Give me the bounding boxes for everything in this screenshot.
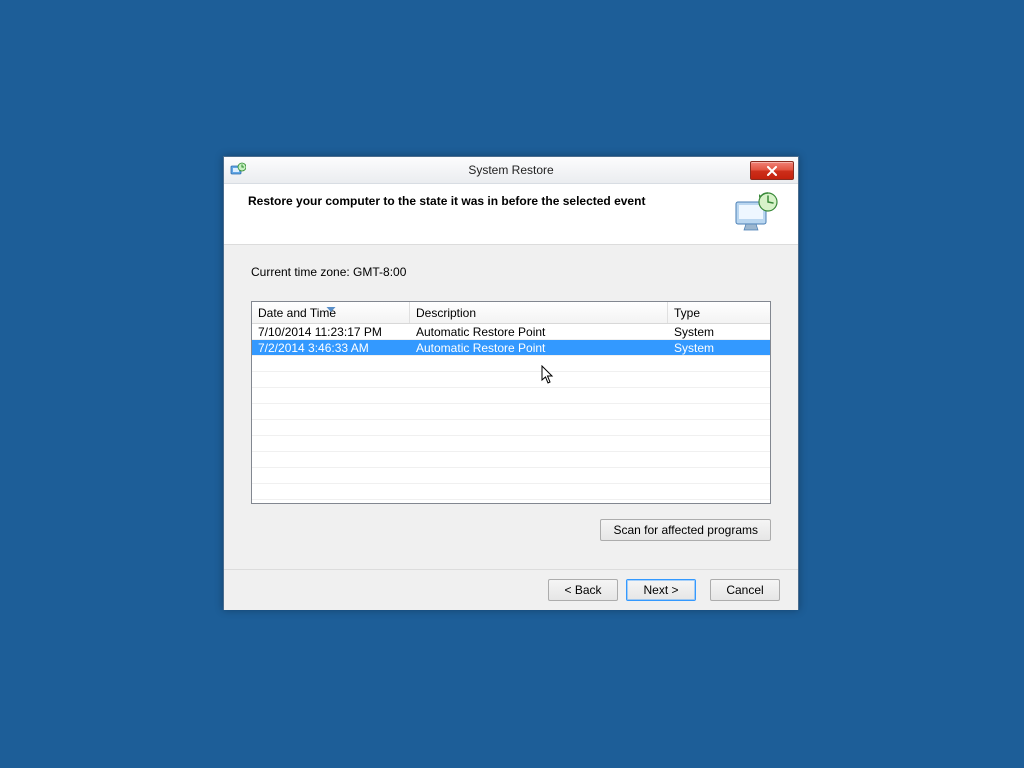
scan-affected-programs-button[interactable]: Scan for affected programs <box>600 519 771 541</box>
sort-descending-icon <box>326 301 335 315</box>
table-row-empty <box>252 452 770 468</box>
table-row-empty <box>252 484 770 500</box>
cancel-button[interactable]: Cancel <box>710 579 780 601</box>
titlebar: System Restore <box>224 157 798 184</box>
system-restore-icon <box>230 162 246 178</box>
table-row[interactable]: 7/2/2014 3:46:33 AM Automatic Restore Po… <box>252 340 770 356</box>
header-text: Restore your computer to the state it wa… <box>248 192 734 208</box>
table-row-empty <box>252 388 770 404</box>
table-body: 7/10/2014 11:23:17 PM Automatic Restore … <box>252 324 770 500</box>
footer: < Back Next > Cancel <box>224 569 798 610</box>
table-row-empty <box>252 372 770 388</box>
table-header: Date and Time Description Type <box>252 302 770 324</box>
timezone-label: Current time zone: GMT-8:00 <box>251 265 771 279</box>
content-area: Current time zone: GMT-8:00 Date and Tim… <box>224 245 798 569</box>
table-row-empty <box>252 356 770 372</box>
close-icon <box>766 166 778 176</box>
table-row[interactable]: 7/10/2014 11:23:17 PM Automatic Restore … <box>252 324 770 340</box>
table-row-empty <box>252 404 770 420</box>
table-row-empty <box>252 420 770 436</box>
next-button[interactable]: Next > <box>626 579 696 601</box>
header-strip: Restore your computer to the state it wa… <box>224 184 798 245</box>
monitor-clock-icon <box>734 192 780 236</box>
restore-points-table[interactable]: Date and Time Description Type 7/10/2014… <box>251 301 771 504</box>
back-button[interactable]: < Back <box>548 579 618 601</box>
column-description[interactable]: Description <box>410 302 668 323</box>
column-date-time[interactable]: Date and Time <box>252 302 410 323</box>
column-type[interactable]: Type <box>668 302 770 323</box>
table-row-empty <box>252 468 770 484</box>
close-button[interactable] <box>750 161 794 180</box>
window-title: System Restore <box>224 163 798 177</box>
system-restore-dialog: System Restore Restore your computer to … <box>223 156 799 610</box>
table-row-empty <box>252 436 770 452</box>
